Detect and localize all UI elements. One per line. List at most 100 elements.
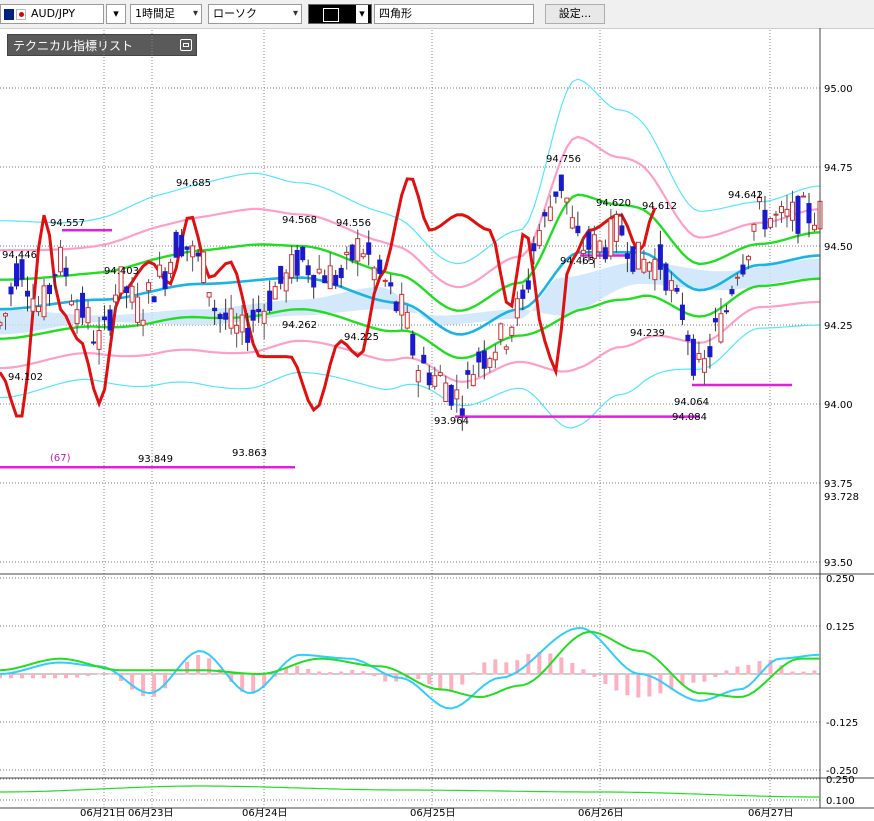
price-label: 94.403	[104, 266, 139, 277]
current-price-label: 93.728	[824, 492, 859, 503]
candle-body	[443, 382, 449, 403]
candle-body	[784, 208, 790, 217]
candle-body	[151, 296, 157, 303]
y-tick-label-2: 94.50	[824, 242, 853, 253]
macd-histogram-bar	[438, 674, 443, 691]
candle-body	[393, 301, 399, 312]
price-label: 94.465	[560, 256, 595, 267]
candle-body	[162, 271, 168, 289]
candle-body	[327, 265, 333, 290]
y-tick-label-0: 95.00	[824, 84, 853, 95]
candle-body	[740, 264, 746, 275]
signal-line	[0, 630, 820, 699]
macd-histogram-bar	[691, 674, 696, 683]
candle-body	[663, 263, 669, 291]
candle-body	[250, 309, 256, 321]
candle-body	[586, 231, 592, 250]
candle-body	[41, 285, 47, 318]
candle-body	[789, 201, 795, 221]
candle-body	[729, 289, 735, 295]
candle-body	[751, 223, 757, 232]
candle-body	[635, 241, 641, 270]
x-tick-label-5: 06月27日	[748, 807, 793, 819]
candle-body	[542, 212, 548, 217]
candle-body	[514, 298, 520, 319]
sub-tick-label-1: 0.100	[826, 796, 855, 807]
macd-histogram-bar	[97, 673, 102, 675]
y-tick-label-5: 93.75	[824, 479, 853, 490]
macd-histogram-bar	[108, 673, 113, 675]
macd-histogram-bar	[53, 674, 58, 679]
price-label: 93.849	[138, 454, 173, 465]
candle-body	[223, 312, 229, 320]
macd-histogram-bar	[350, 669, 355, 675]
candle-body	[685, 334, 691, 342]
candle-body	[399, 293, 405, 316]
macd-histogram-bar	[361, 671, 366, 675]
candle-body	[536, 230, 542, 246]
candle-body	[168, 261, 174, 274]
candle-body	[630, 246, 636, 272]
macd-histogram-bar	[570, 662, 575, 675]
candle-body	[311, 274, 317, 288]
candle-body	[294, 249, 300, 276]
candle-body	[602, 247, 608, 260]
candle-body	[283, 272, 289, 292]
macd-histogram-bar	[812, 670, 817, 675]
macd-histogram-bar	[185, 661, 190, 675]
macd-line	[0, 626, 821, 710]
candle-body	[173, 231, 179, 258]
macd-histogram-bar	[372, 674, 377, 677]
candle-body	[531, 243, 537, 252]
candle-body	[366, 242, 372, 255]
macd-histogram-bar	[251, 674, 256, 694]
candle-body	[668, 280, 674, 291]
price-label: 94.446	[2, 250, 37, 261]
price-chart[interactable]: (67) 94.446 94.557 94.403 94.102 93.849 94.685…	[0, 0, 874, 821]
candle-body	[305, 265, 311, 276]
candle-body	[778, 206, 784, 214]
candle-body	[459, 408, 465, 416]
x-tick-label-2: 06月24日	[242, 807, 287, 819]
candle-body	[696, 353, 702, 360]
x-tick-label-4: 06月26日	[578, 807, 623, 819]
macd-histogram-bar	[64, 674, 69, 679]
macd-histogram-bar	[581, 669, 586, 675]
macd-histogram-bar	[471, 672, 476, 675]
candle-body	[333, 274, 339, 286]
candle-body	[481, 350, 487, 369]
y-tick-label-4: 94.00	[824, 400, 853, 411]
candle-body	[206, 292, 212, 298]
macd-histogram-bar	[603, 674, 608, 685]
candle-body	[679, 304, 685, 320]
candle-body	[179, 234, 185, 257]
candle-body	[569, 217, 575, 229]
candle-body	[322, 275, 328, 284]
candle-body	[195, 252, 201, 257]
candle-body	[36, 306, 42, 313]
macd-histogram-bar	[460, 674, 465, 685]
candle-body	[624, 253, 630, 259]
macd-histogram-bar	[592, 674, 597, 677]
candle-body	[646, 262, 652, 272]
macd-histogram-bar	[31, 674, 36, 679]
candle-body	[300, 246, 306, 261]
macd-tick-label-1: 0.125	[826, 622, 855, 633]
candle-body	[388, 282, 394, 287]
candle-body	[8, 286, 14, 295]
candle-body	[690, 338, 696, 376]
candle-body	[228, 308, 234, 329]
candle-body	[140, 319, 146, 326]
candle-body	[811, 224, 817, 231]
candle-body	[470, 374, 476, 387]
price-label: 94.225	[344, 332, 379, 343]
candle-body	[503, 346, 509, 350]
macd-histogram-bar	[9, 674, 14, 679]
candle-body	[773, 213, 779, 216]
macd-histogram-bar	[328, 672, 333, 675]
macd-histogram-bar	[614, 674, 619, 691]
price-label: 94.064	[674, 397, 709, 408]
candle-body	[102, 316, 108, 321]
candle-body	[712, 318, 718, 323]
candle-body	[580, 249, 586, 255]
